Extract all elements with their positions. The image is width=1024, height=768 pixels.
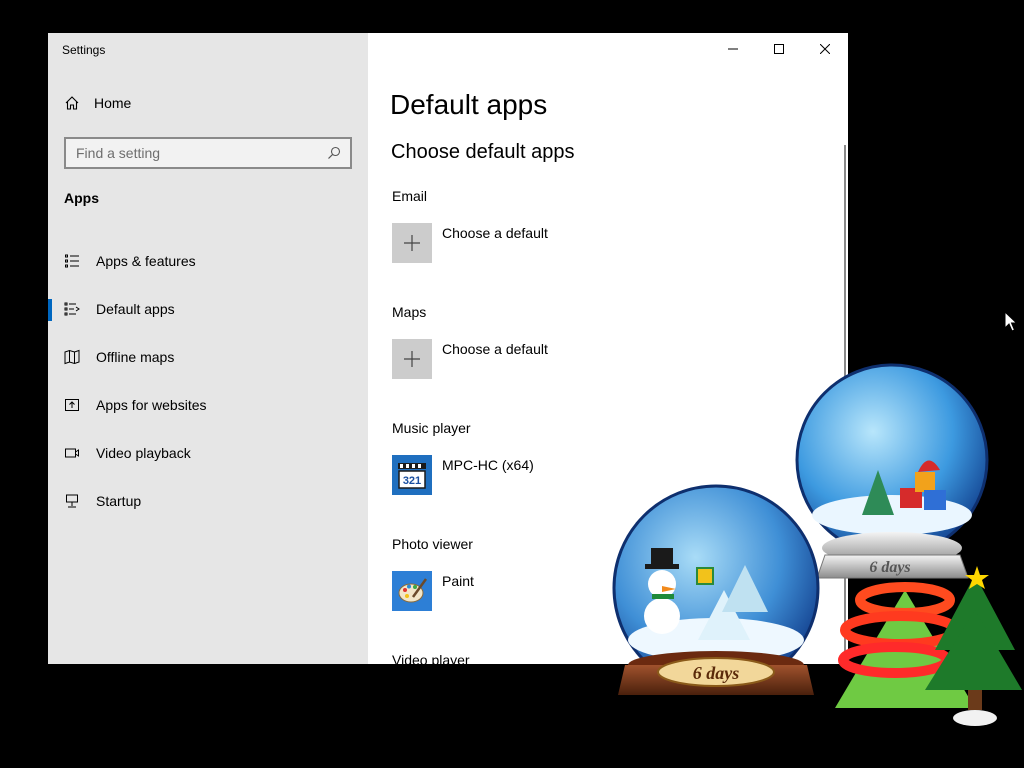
app-name: Paint [442,573,474,589]
sidebar-item-label: Offline maps [96,349,175,365]
sidebar-item-default-apps[interactable]: Default apps [48,285,368,333]
sidebar-item-label: Default apps [96,301,175,317]
paint-icon [392,571,432,611]
music-player-default-app-button[interactable]: 321 MPC-HC (x64) [392,455,692,499]
svg-text:321: 321 [403,475,421,487]
mpc-hc-icon: 321 [392,455,432,495]
default-apps-icon [64,301,80,317]
photo-viewer-default-app-button[interactable]: Paint [392,571,692,615]
email-default-app-button[interactable]: Choose a default [392,223,692,267]
sidebar-item-video-playback[interactable]: Video playback [48,429,368,477]
category-label-maps: Maps [392,304,427,320]
startup-icon [64,493,80,509]
page-title: Default apps [390,89,548,120]
category-label-video-player: Video player [392,652,470,664]
sidebar-item-label: Startup [96,493,142,509]
plus-icon [392,339,432,379]
sidebar-item-offline-maps[interactable]: Offline maps [48,333,368,381]
category-label-email: Email [392,188,428,204]
plus-icon [392,223,432,263]
home-icon [65,96,79,110]
app-name: MPC-HC (x64) [442,457,534,473]
scrollbar[interactable] [844,145,846,655]
list-icon [64,253,80,269]
snow-globe-left-label: 6 days [693,663,740,683]
section-label-apps: Apps [64,190,99,206]
sidebar-item-label: Apps & features [96,253,196,269]
category-label-photo-viewer: Photo viewer [392,536,473,552]
map-icon [64,349,80,365]
sidebar: Settings Home Apps [48,33,368,664]
search-input[interactable] [66,144,324,162]
search-box[interactable] [64,137,352,169]
video-icon [64,445,80,461]
maps-default-app-button[interactable]: Choose a default [392,339,692,383]
sidebar-item-startup[interactable]: Startup [48,477,368,525]
christmas-tree-decoration [835,566,1022,726]
window-title: Settings [62,43,106,57]
open-external-icon [64,397,80,413]
mouse-cursor-icon [1004,311,1018,332]
category-label-music-player: Music player [392,420,471,436]
section-title: Choose default apps [391,141,575,163]
app-name: Choose a default [442,225,548,241]
snow-globe-right-label: 6 days [869,559,910,576]
home-link[interactable]: Home [64,95,131,111]
sidebar-item-apps-features[interactable]: Apps & features [48,237,368,285]
home-label: Home [94,95,132,111]
app-name: Choose a default [442,341,548,357]
sidebar-item-label: Video playback [96,445,191,461]
sidebar-item-apps-for-websites[interactable]: Apps for websites [48,381,368,429]
search-icon[interactable] [324,146,344,160]
settings-window: Settings Home Apps [48,33,848,664]
sidebar-nav: Apps & features Default apps Offline map… [48,237,368,525]
main-content: Default apps Choose default apps Email C… [368,33,848,664]
sidebar-item-label: Apps for websites [96,397,207,413]
